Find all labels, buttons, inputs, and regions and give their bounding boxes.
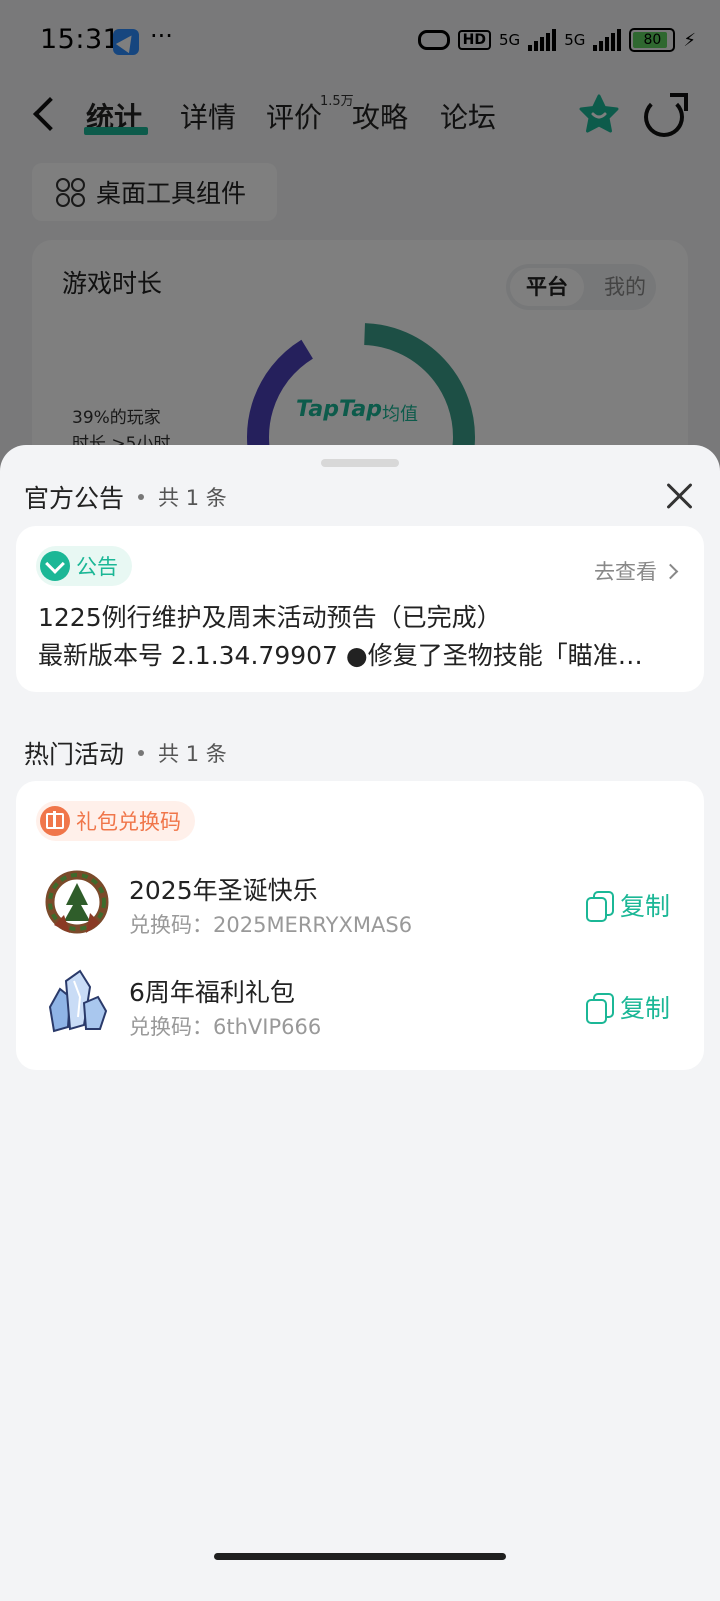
copy-button[interactable]: 复制 <box>585 887 670 923</box>
activities-title: 热门活动 <box>24 740 125 769</box>
gift-code-row: 6周年福利礼包 兑换码：6thVIP666 复制 <box>16 967 704 1047</box>
gift-code-value: 兑换码：2025MERRYXMAS6 <box>129 913 413 937</box>
home-indicator[interactable] <box>214 1553 506 1560</box>
heart-badge-icon <box>40 551 70 581</box>
chevron-right-icon <box>662 563 679 579</box>
view-link[interactable]: 去查看 <box>594 556 679 586</box>
gift-icon <box>40 806 70 836</box>
gift-code-value: 兑换码：6thVIP666 <box>129 1015 322 1039</box>
gift-name: 6周年福利礼包 <box>129 978 295 1007</box>
announcement-tag-label: 公告 <box>76 555 118 579</box>
announcement-title: 1225例行维护及周末活动预告（已完成） <box>38 603 502 632</box>
copy-icon <box>585 891 614 922</box>
activities-count: 共 1 条 <box>158 742 227 766</box>
copy-button[interactable]: 复制 <box>585 989 670 1025</box>
announcement-preview: 最新版本号 2.1.34.79907 ●修复了圣物技能「瞄准… <box>38 641 643 670</box>
gift-code-tag-label: 礼包兑换码 <box>76 810 181 834</box>
announcement-tag: 公告 <box>36 546 132 586</box>
separator-dot <box>138 494 145 500</box>
sheet-drag-handle[interactable] <box>321 459 399 467</box>
wreath-icon <box>45 870 109 934</box>
announcements-sheet: 官方公告 共 1 条 公告 去查看 1225例行维护及周末活动预告（已完成） 最… <box>0 445 720 1601</box>
gift-name: 2025年圣诞快乐 <box>129 876 318 905</box>
copy-icon <box>585 993 614 1024</box>
gift-code-card: 礼包兑换码 2025年圣诞快乐 兑换码：2025MERRYXMAS6 复制 6周… <box>16 781 704 1070</box>
announcement-card[interactable]: 公告 去查看 1225例行维护及周末活动预告（已完成） 最新版本号 2.1.34… <box>16 526 704 692</box>
activities-header: 热门活动 共 1 条 <box>24 735 227 771</box>
copy-button-label: 复制 <box>619 994 670 1023</box>
gift-code-row: 2025年圣诞快乐 兑换码：2025MERRYXMAS6 复制 <box>16 865 704 945</box>
announcements-title: 官方公告 <box>24 484 125 513</box>
announcements-count: 共 1 条 <box>158 486 227 510</box>
separator-dot <box>138 750 145 756</box>
crystal-icon <box>48 969 108 1033</box>
announcements-header: 官方公告 共 1 条 <box>24 479 227 515</box>
gift-code-tag: 礼包兑换码 <box>36 801 195 841</box>
copy-button-label: 复制 <box>619 892 670 921</box>
close-icon[interactable] <box>664 481 694 511</box>
view-link-label: 去查看 <box>594 560 657 584</box>
